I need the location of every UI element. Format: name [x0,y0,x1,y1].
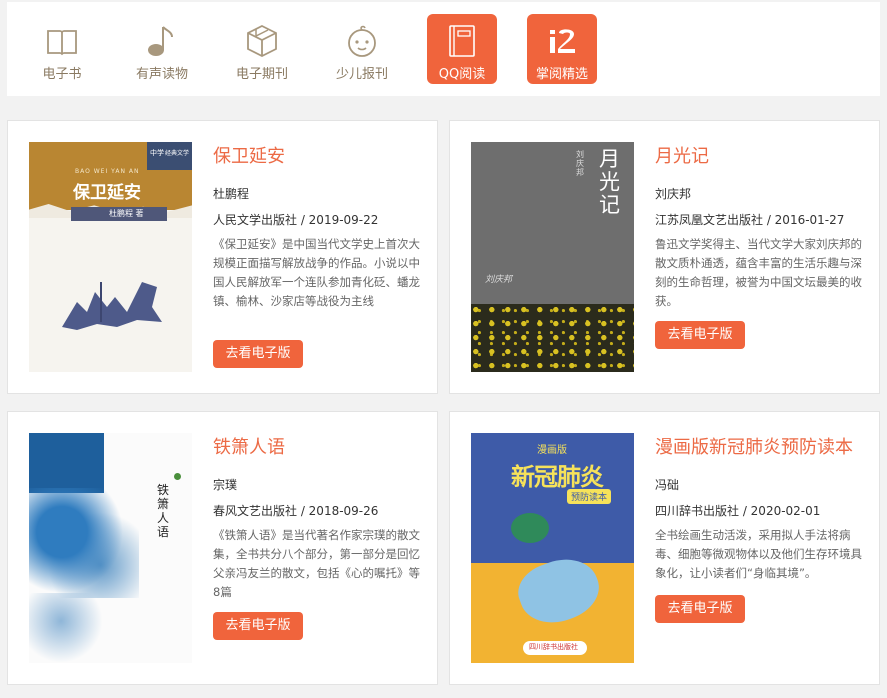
book-title[interactable]: 月光记 [655,142,709,168]
book-author: 宗璞 [213,478,238,492]
cover-title: 新冠肺炎 [511,463,604,491]
open-book-icon [47,30,77,56]
cover-title: 铁箫人语 [157,483,170,539]
book-publisher: 春风文艺出版社 / 2018-09-26 [213,504,379,518]
tab-label: 掌阅精选 [535,67,588,82]
book-card: 漫画版 新冠肺炎 预防读本 四川辞书出版社 漫画版新冠肺炎预防读本 冯础 四川辞… [449,411,880,685]
read-ebook-button[interactable]: 去看电子版 [655,321,745,349]
cover-signature: 刘庆邦 [485,275,513,285]
book-title[interactable]: 保卫延安 [213,142,285,168]
read-ebook-button[interactable]: 去看电子版 [213,340,303,368]
read-ebook-button[interactable]: 去看电子版 [213,612,303,640]
cover-subtitle: 漫画版 [537,445,567,456]
book-author: 杜鹏程 [213,187,250,201]
book-publisher: 四川辞书出版社 / 2020-02-01 [655,504,821,518]
cover-series-text: 经典文学 [165,150,190,157]
book-author: 冯础 [655,478,680,492]
book-description: 全书绘画生动活泼，采用拟人手法将病毒、细胞等微观物体以及他们生存环境具象化，让小… [655,528,862,580]
tab-label: QQ阅读 [438,67,486,82]
cover-title: 月光记 [599,147,620,217]
book-title[interactable]: 铁箫人语 [213,433,285,459]
tab-ejournal[interactable]: 电子期刊 [227,14,297,84]
tab-ireader-picks[interactable]: 掌阅精选 [527,14,597,84]
cover-title: 保卫延安 [73,183,141,203]
tab-kids-magazine[interactable]: 少儿报刊 [327,14,397,84]
tab-label: 电子书 [42,67,82,82]
tab-audiobook[interactable]: 有声读物 [127,14,197,84]
book-card: BAO WEI YAN AN 保卫延安 中学 经典文学 杜鹏程 著 保卫延安 杜… [7,120,438,394]
cover-title-sub: 预防读本 [567,489,612,504]
music-note-icon [148,26,173,56]
book-title[interactable]: 漫画版新冠肺炎预防读本 [655,433,853,459]
cover-publisher: 四川辞书出版社 [529,643,578,651]
book-cover[interactable]: 铁箫人语 [29,433,192,663]
book-cover[interactable]: BAO WEI YAN AN 保卫延安 中学 经典文学 杜鹏程 著 [29,142,192,372]
ireader-logo-icon [550,29,575,53]
cover-author: 杜鹏程 著 [109,209,144,218]
book-cover[interactable]: 漫画版 新冠肺炎 预防读本 四川辞书出版社 [471,433,634,663]
cover-author: 刘庆邦 [576,150,584,177]
tab-label: 电子期刊 [235,67,288,82]
book-icon [449,25,475,57]
tab-ebook[interactable]: 电子书 [27,14,97,84]
battle-illustration [62,282,162,330]
tab-label: 有声读物 [135,67,188,82]
box-icon [247,24,277,58]
cover-series: 中学 [150,149,164,157]
book-publisher: 人民文学出版社 / 2019-09-22 [213,213,379,227]
book-author: 刘庆邦 [655,187,692,201]
book-description: 鲁迅文学奖得主、当代文学大家刘庆邦的散文质朴通透，蕴含丰富的生活乐趣与深刻的生命… [655,237,862,308]
tab-qq-reading[interactable]: QQ阅读 [427,14,497,84]
book-description: 《铁箫人语》是当代著名作家宗璞的散文集，全书共分八个部分，第一部分是回忆父亲冯友… [213,528,420,599]
cover-pinyin: BAO WEI YAN AN [75,168,140,175]
book-card: 月光记 刘庆邦 刘庆邦 月光记 刘庆邦 江苏凤凰文艺出版社 / 2016-01-… [449,120,880,394]
book-publisher: 江苏凤凰文艺出版社 / 2016-01-27 [655,213,845,227]
read-ebook-button[interactable]: 去看电子版 [655,595,745,623]
category-bar: 电子书 有声读物 电子期刊 少儿报刊 QQ阅读 掌阅精选 [7,2,880,96]
book-description: 《保卫延安》是中国当代文学史上首次大规模正面描写解放战争的作品。小说以中国人民解… [213,237,420,308]
baby-face-icon [348,25,376,57]
book-cover[interactable]: 月光记 刘庆邦 刘庆邦 [471,142,634,372]
book-card: 铁箫人语 铁箫人语 宗璞 春风文艺出版社 / 2018-09-26 《铁箫人语》… [7,411,438,685]
tab-label: 少儿报刊 [335,67,388,82]
